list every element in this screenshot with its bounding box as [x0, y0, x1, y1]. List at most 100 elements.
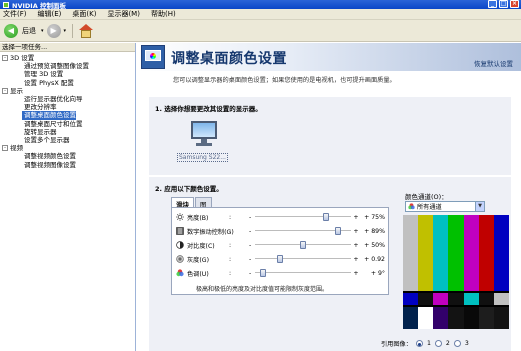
color-bar-mid-3: [448, 293, 464, 305]
menu-help[interactable]: 帮助(H): [151, 9, 176, 19]
menu-file[interactable]: 文件(F): [3, 9, 27, 19]
menu-desktop[interactable]: 桌面(K): [72, 9, 96, 19]
color-channel-select[interactable]: 所有通道 ▼: [405, 201, 485, 212]
tree-item-preview[interactable]: 通过预览调整图像设置: [2, 62, 135, 70]
color-bar-mid-0: [403, 293, 419, 305]
tree-item-rotate[interactable]: 旋转显示器: [2, 128, 135, 136]
hue-label: 色调(U): [187, 270, 209, 278]
gamma-row: 灰度(G) : - + + 0.92: [176, 253, 388, 265]
back-arrow-icon[interactable]: ◀: [4, 23, 18, 38]
tree-item-desktop-color[interactable]: 调整桌面颜色设置: [22, 111, 76, 120]
brightness-label: 亮度(B): [187, 214, 209, 222]
contrast-icon: [176, 241, 184, 249]
hue-slider[interactable]: [255, 269, 351, 277]
step1-title: 1. 选择你想要更改其设置的显示器。: [155, 105, 262, 113]
contrast-value: + 50%: [364, 241, 385, 249]
tree-item-video-color[interactable]: 调整视频颜色设置: [2, 152, 135, 160]
tree-item-optimize-wizard[interactable]: 运行显示器优化向导: [2, 95, 135, 103]
select-display-section: 1. 选择你想要更改其设置的显示器。 Samsung S22...: [149, 97, 511, 175]
gamma-slider[interactable]: [255, 255, 351, 263]
hue-value: + 9°: [370, 269, 385, 277]
reference-label: 引用图像：: [381, 341, 412, 348]
contrast-label: 对比度(C): [187, 242, 215, 250]
slider-thumb[interactable]: [277, 255, 283, 263]
color-bars-top: [403, 215, 509, 291]
contrast-slider[interactable]: [255, 241, 351, 249]
slider-thumb[interactable]: [323, 213, 329, 221]
tree-item-desktop-size[interactable]: 调整桌面尺寸和位置: [2, 120, 135, 128]
monitor-icon[interactable]: [185, 119, 221, 149]
menu-bar: 文件(F) 编辑(E) 桌面(K) 显示器(M) 帮助(H): [0, 9, 521, 20]
reference-radio-3[interactable]: [453, 340, 461, 347]
color-bar-top-5: [478, 215, 494, 291]
range-note: 极高和极低的亮度及对比度值可能限制灰度范围。: [196, 286, 329, 293]
monitor-label[interactable]: Samsung S22...: [177, 153, 228, 162]
back-dropdown-icon[interactable]: ▾: [41, 28, 44, 34]
slider-thumb[interactable]: [300, 241, 306, 249]
desktop-color-icon: [141, 45, 165, 69]
slider-thumb[interactable]: [260, 269, 266, 277]
contrast-row: 对比度(C) : - + + 50%: [176, 239, 388, 251]
tree-item-video-image[interactable]: 调整视频图像设置: [2, 161, 135, 169]
home-icon[interactable]: [79, 23, 94, 38]
chevron-down-icon[interactable]: ▼: [475, 202, 484, 211]
page-description: 您可以调整显示器的桌面颜色设置；如果您使用的是电视机，也可提升画面质量。: [173, 77, 396, 84]
minimize-button[interactable]: _: [488, 0, 497, 8]
vibrance-slider[interactable]: [255, 227, 351, 235]
hue-row: 色调(U) : - + + 9°: [176, 267, 388, 279]
all-channels-icon: [408, 203, 415, 210]
color-bar-top-2: [433, 215, 449, 291]
color-bar-mid-6: [493, 293, 509, 305]
task-tree: - 3D 设置 通过预览调整图像设置 管理 3D 设置 设置 PhysX 配置 …: [0, 52, 135, 169]
color-bar-bot-1: [418, 307, 434, 329]
gamma-label: 灰度(G): [187, 256, 209, 264]
vibrance-value: + 89%: [364, 227, 385, 235]
menu-edit[interactable]: 编辑(E): [38, 9, 62, 19]
color-bar-mid-4: [463, 293, 479, 305]
tree-item-physx[interactable]: 设置 PhysX 配置: [2, 79, 135, 87]
maximize-button[interactable]: □: [499, 0, 508, 8]
vibrance-row: 数字振动控制(G) : - + + 89%: [176, 225, 388, 237]
brightness-row: 亮度(B) : - + + 75%: [176, 211, 388, 223]
vibrance-label: 数字振动控制(G): [187, 228, 234, 236]
vibrance-icon: [176, 227, 184, 235]
toolbar-separator: [72, 23, 74, 38]
brightness-icon: [176, 213, 184, 221]
forward-arrow-icon[interactable]: ▶: [46, 23, 61, 38]
close-button[interactable]: ×: [510, 0, 519, 8]
color-bar-bot-3: [448, 307, 464, 329]
forward-dropdown-icon[interactable]: ▾: [64, 28, 67, 34]
slider-thumb[interactable]: [335, 227, 341, 235]
tree-category-display[interactable]: - 显示: [2, 87, 135, 95]
reference-radio-2[interactable]: [434, 340, 442, 347]
gamma-icon: [176, 255, 184, 263]
back-button[interactable]: 后退: [22, 26, 36, 36]
color-bar-top-3: [448, 215, 464, 291]
page-banner: 调整桌面颜色设置: [137, 43, 521, 71]
color-bar-bot-5: [478, 307, 494, 329]
menu-display[interactable]: 显示器(M): [107, 9, 140, 19]
brightness-slider[interactable]: [255, 213, 351, 221]
reference-radio-1[interactable]: [415, 340, 423, 347]
brightness-value: + 75%: [364, 213, 385, 221]
color-channel-value: 所有通道: [417, 204, 442, 211]
title-bar: NVIDIA 控制面板 _ □ ×: [0, 0, 521, 10]
collapse-icon[interactable]: -: [2, 87, 8, 94]
step2-title: 2. 应用以下颜色设置。: [155, 185, 223, 193]
collapse-icon[interactable]: -: [2, 55, 8, 62]
color-bar-bot-2: [433, 307, 449, 329]
page-title: 调整桌面颜色设置: [171, 51, 287, 67]
color-bars-middle: [403, 293, 509, 305]
restore-defaults-link[interactable]: 恢复默认设置: [474, 58, 513, 68]
tree-item-manage-3d[interactable]: 管理 3D 设置: [2, 70, 135, 78]
color-bar-top-6: [493, 215, 509, 291]
color-bar-bot-0: [403, 307, 419, 329]
tree-category-3d[interactable]: - 3D 设置: [2, 54, 135, 62]
collapse-icon[interactable]: -: [2, 145, 8, 152]
tree-item-multi-display[interactable]: 设置多个显示器: [2, 136, 135, 144]
task-pane: 选择一项任务... - 3D 设置 通过预览调整图像设置 管理 3D 设置 设置…: [0, 43, 136, 351]
color-bar-top-1: [418, 215, 434, 291]
task-pane-header: 选择一项任务...: [0, 43, 135, 52]
color-bar-mid-1: [418, 293, 434, 305]
color-channel-label: 颜色通道(O)：: [405, 193, 448, 201]
